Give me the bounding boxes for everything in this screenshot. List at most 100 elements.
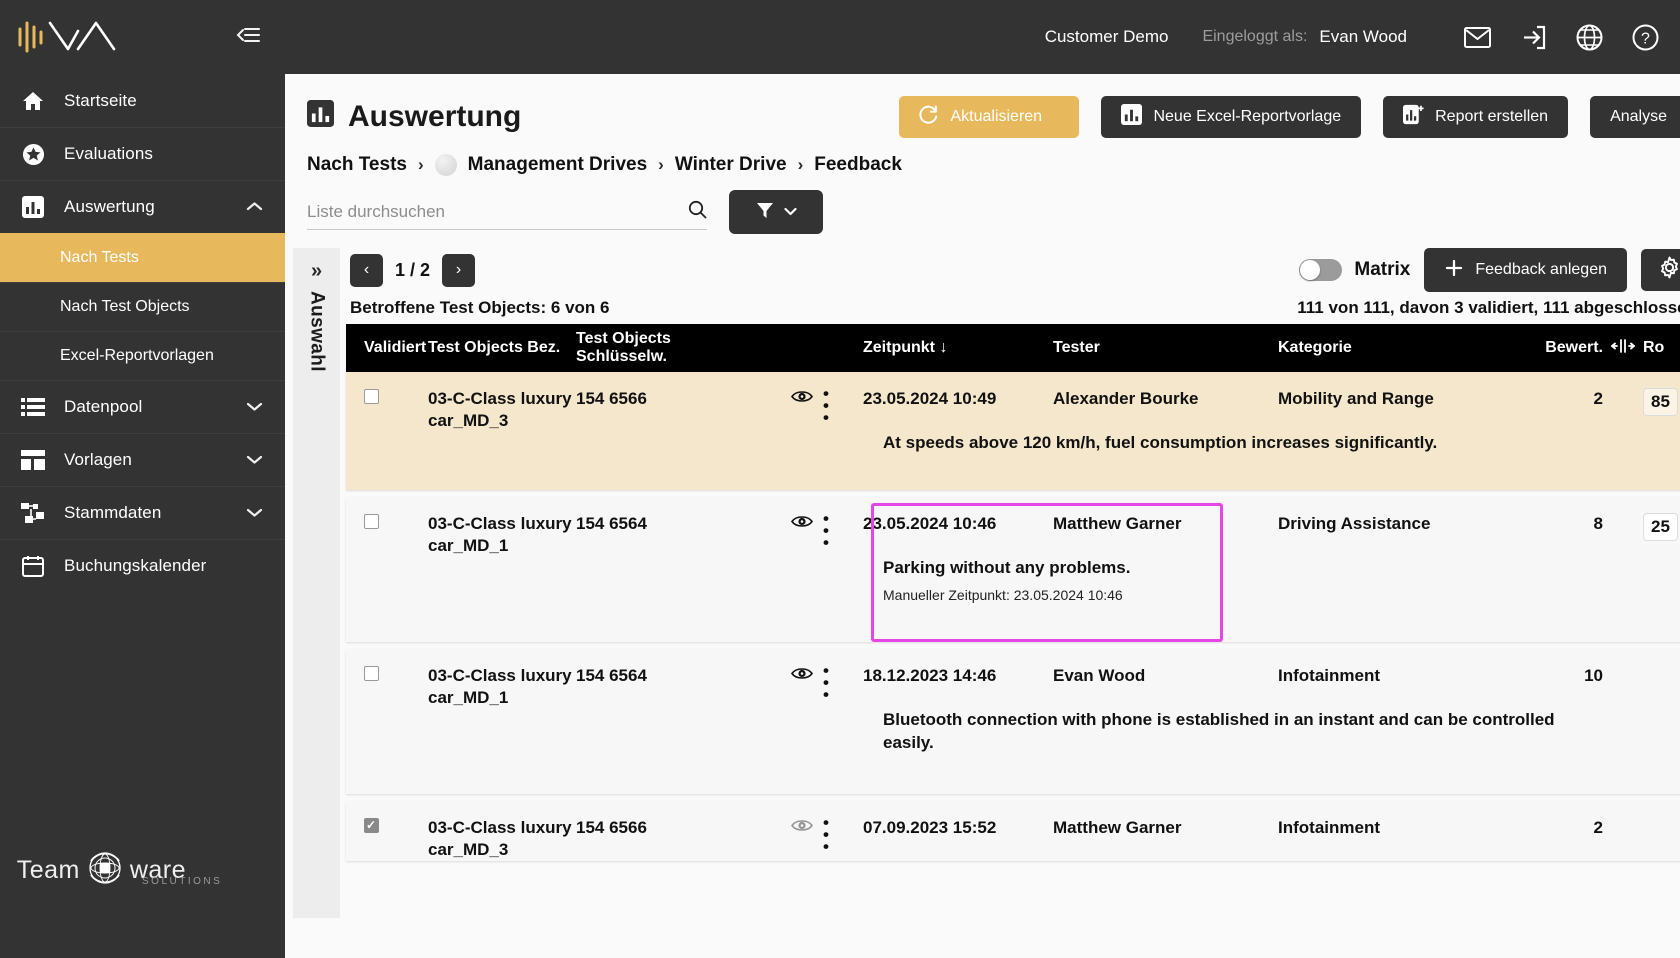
column-header-test-objects-bez[interactable]: Test Objects Bez. xyxy=(428,339,576,357)
globe-icon[interactable] xyxy=(1561,24,1617,51)
page-header: Auswertung Aktualisieren Neue Excel-Repo… xyxy=(285,74,1680,138)
sidebar-item-vorlagen[interactable]: Vorlagen xyxy=(0,433,285,486)
new-excel-report-template-label: Neue Excel-Reportvorlage xyxy=(1153,108,1342,125)
row-test-object-key: 154 6564 xyxy=(576,666,647,685)
column-resize-icon[interactable] xyxy=(1603,338,1643,359)
create-report-button[interactable]: Report erstellen xyxy=(1383,96,1569,138)
sidebar-item-nach-test-objects[interactable]: Nach Test Objects xyxy=(0,282,285,331)
star-icon xyxy=(20,143,46,166)
page-title: Auswertung xyxy=(307,99,885,135)
svg-text:?: ? xyxy=(1641,30,1650,47)
table-row[interactable]: 03-C-Class luxury car_MD_3 154 6566 • • • 2… xyxy=(346,372,1680,490)
sitemap-icon xyxy=(20,502,46,524)
toggle-knob xyxy=(1300,260,1321,280)
row-validiert-cell xyxy=(346,497,428,557)
brand-globe-icon xyxy=(82,845,128,896)
plus-icon xyxy=(1444,258,1464,283)
gear-icon xyxy=(1658,256,1680,284)
preview-eye-icon[interactable] xyxy=(791,388,813,410)
table-row[interactable]: 03-C-Class luxurycar_MD_3 154 6566 ••• 0… xyxy=(346,801,1680,862)
preview-eye-icon[interactable] xyxy=(791,513,813,535)
column-header-ro[interactable]: Ro xyxy=(1643,339,1680,357)
breadcrumb-item-feedback[interactable]: Feedback xyxy=(814,154,902,176)
preview-eye-icon[interactable] xyxy=(791,665,813,687)
row-checkbox[interactable] xyxy=(364,817,379,833)
matrix-toggle[interactable] xyxy=(1299,259,1343,281)
breadcrumb-item-winter-drive[interactable]: Winter Drive xyxy=(675,154,787,176)
row-ro-value: 25 xyxy=(1643,497,1680,557)
current-user-name: Evan Wood xyxy=(1319,27,1407,46)
sidebar-item-startseite[interactable]: Startseite xyxy=(0,74,285,127)
refresh-button[interactable]: Aktualisieren xyxy=(899,96,1080,138)
chevron-down-icon[interactable] xyxy=(246,397,263,417)
table-row[interactable]: 03-C-Class luxury car_MD_1 154 6564 • • • 1… xyxy=(346,649,1680,794)
selection-panel-label: Auswahl xyxy=(306,291,328,372)
search-input[interactable] xyxy=(307,201,657,222)
row-ro-pill: 25 xyxy=(1643,513,1678,542)
sidebar-item-auswertung[interactable]: Auswertung xyxy=(0,180,285,233)
sidebar-nav: Startseite Evaluations Auswertung Nach T… xyxy=(0,74,285,592)
row-kategorie: Infotainment xyxy=(1278,666,1380,685)
row-more-menu-icon[interactable]: • • • xyxy=(823,385,829,426)
sidebar-item-evaluations[interactable]: Evaluations xyxy=(0,127,285,180)
column-header-bewert[interactable]: Bewert. xyxy=(1508,339,1603,357)
create-feedback-button[interactable]: Feedback anlegen xyxy=(1424,248,1627,292)
help-icon[interactable]: ? xyxy=(1617,24,1673,51)
row-more-menu-icon[interactable]: • • • xyxy=(823,814,829,855)
row-ro-value xyxy=(1643,649,1680,709)
chevron-down-icon[interactable] xyxy=(246,503,263,523)
sidebar-item-nach-tests[interactable]: Nach Tests xyxy=(0,233,285,282)
row-ro-value: 85 xyxy=(1643,372,1680,432)
row-resize-spacer xyxy=(1603,801,1643,861)
mail-icon[interactable] xyxy=(1449,26,1505,48)
column-header-test-objects-schluesselw[interactable]: Test Objects Schlüsselw. xyxy=(576,330,791,366)
row-checkbox[interactable] xyxy=(364,514,379,529)
row-zeitpunkt: 23.05.2024 10:46 xyxy=(863,514,997,533)
sidebar-item-excel-reportvorlagen[interactable]: Excel-Reportvorlagen xyxy=(0,331,285,380)
sidebar-header xyxy=(0,0,285,74)
chevron-up-icon[interactable] xyxy=(246,197,263,217)
logout-icon[interactable] xyxy=(1505,25,1561,50)
search-icon[interactable] xyxy=(688,200,707,224)
row-ro-pill: 85 xyxy=(1643,388,1678,417)
brand-team-text: Team xyxy=(16,856,80,884)
column-header-validiert[interactable]: Validiert xyxy=(346,339,428,357)
new-excel-report-template-button[interactable]: Neue Excel-Reportvorlage xyxy=(1101,96,1362,138)
sidebar-subitem-label: Nach Test Objects xyxy=(60,298,190,315)
row-validiert-cell xyxy=(346,372,428,432)
table-row[interactable]: 03-C-Class luxury car_MD_1 154 6564 • • • 2… xyxy=(346,497,1680,642)
selection-panel-toggle[interactable]: » Auswahl xyxy=(293,248,340,918)
breadcrumb-item-management-drives[interactable]: Management Drives xyxy=(468,154,648,176)
sidebar-item-stammdaten[interactable]: Stammdaten xyxy=(0,486,285,539)
customer-name: Customer Demo xyxy=(1044,27,1169,46)
sidebar-item-datenpool[interactable]: Datenpool xyxy=(0,380,285,433)
row-bewertung: 10 xyxy=(1584,666,1603,685)
row-test-object-name: 03-C-Class luxury car_MD_1 xyxy=(428,666,572,708)
row-more-menu-icon[interactable]: • • • xyxy=(823,510,829,551)
row-checkbox[interactable] xyxy=(364,666,379,681)
row-tester: Evan Wood xyxy=(1053,666,1146,685)
filter-button[interactable] xyxy=(729,190,823,234)
bar-chart-icon xyxy=(307,99,334,135)
column-header-zeitpunkt[interactable]: Zeitpunkt ↓ xyxy=(863,339,1053,357)
sidebar-item-buchungskalender[interactable]: Buchungskalender xyxy=(0,539,285,592)
row-kategorie: Infotainment xyxy=(1278,818,1380,837)
column-header-tester[interactable]: Tester xyxy=(1053,339,1278,357)
next-page-button[interactable]: › xyxy=(442,253,476,287)
analyse-button[interactable]: Analyse xyxy=(1590,96,1680,138)
row-checkbox[interactable] xyxy=(364,389,379,404)
row-more-menu-icon[interactable]: • • • xyxy=(823,662,829,703)
collapse-sidebar-icon[interactable] xyxy=(235,24,261,51)
breadcrumb-item-nach-tests[interactable]: Nach Tests xyxy=(307,154,407,176)
top-bar: Customer Demo Eingeloggt als: Evan Wood … xyxy=(285,0,1680,74)
table-settings-button[interactable] xyxy=(1641,249,1680,291)
bar-chart-icon xyxy=(1121,104,1143,130)
table-toolbar: ‹ 1 / 2 › Matrix Feedback anlegen xyxy=(346,248,1680,292)
prev-page-button[interactable]: ‹ xyxy=(350,253,383,287)
column-header-kategorie[interactable]: Kategorie xyxy=(1278,339,1508,357)
preview-eye-icon[interactable] xyxy=(791,817,813,839)
chevron-down-icon[interactable] xyxy=(246,450,263,470)
search-box[interactable] xyxy=(307,194,707,230)
affected-objects-text: Betroffene Test Objects: 6 von 6 xyxy=(350,298,610,317)
page-title-text: Auswertung xyxy=(348,100,522,133)
